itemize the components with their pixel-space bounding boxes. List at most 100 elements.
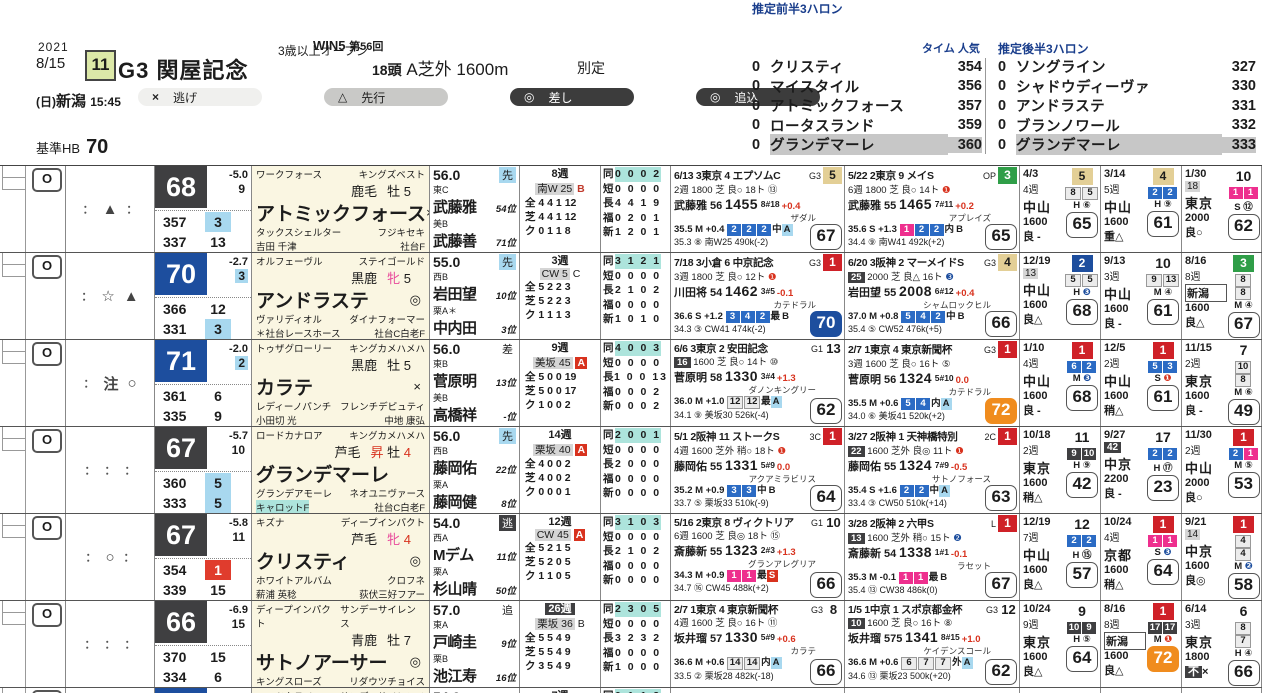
position-chip: 1 (899, 224, 914, 236)
position-chip: 2 (742, 224, 757, 236)
sire-sire: キングズベスト (358, 170, 425, 181)
mini-finish: 2 (1071, 255, 1093, 272)
jockey-rank: 9位 (501, 639, 516, 650)
record-course: ク 1 0 0 2 (525, 399, 571, 411)
coat-color: 青鹿 (351, 633, 378, 648)
mini-date: 10/24 (1023, 603, 1051, 615)
horse-cell[interactable]: キズナ ディープインパクト 芦毛牝 4 クリスティ ◎ ホワイトアルバム クロフネ 薪… (252, 514, 430, 600)
stat-line: 同2 0 0 1 (603, 428, 662, 443)
corner-positions: 33 (727, 485, 757, 497)
mini-positions: 11 (1227, 187, 1260, 199)
pace-list-item[interactable]: 0 アンドラステ 331 (998, 96, 1256, 116)
jockey-name: 藤岡佑 (433, 460, 477, 477)
horse-cell[interactable]: ディープインパクト サンデーサイレンス 青鹿牡 7 サトノアーサー ◎ キングスロー… (252, 601, 430, 687)
legend-pill-1[interactable]: △ 先行 (324, 88, 448, 106)
pace-list-item[interactable]: 0 グランデマーレ 333 (998, 134, 1256, 156)
mini-race-2-cell: 8/16 8週 新潟 1600 良△ 3 88 M ④ 67 (1182, 253, 1262, 339)
mini-track: 東京 (1185, 196, 1214, 211)
mini-interval: 7週 (1023, 533, 1039, 544)
race-name: 2/7 1東京 4 東京新聞杯 (674, 603, 779, 616)
carried-weight: 56.0 (433, 341, 461, 357)
pace-list-item[interactable]: 0 マイスタイル 356 (752, 77, 982, 97)
race-grade: 3C (809, 431, 821, 442)
select-checkbox[interactable]: O (32, 603, 62, 627)
pace-list-item[interactable]: 0 シャドウディーヴァ 330 (998, 77, 1256, 97)
horse-name: シャドウディーヴァ (1016, 79, 1150, 96)
mini-distance: 1600 (1104, 303, 1129, 315)
legend-pill-2[interactable]: ◎ 差し (510, 88, 634, 106)
mini-distance: 1600 (1185, 302, 1210, 314)
position-chip: 5 (1082, 187, 1098, 200)
mini-track: 新潟 (1104, 632, 1146, 650)
horse-row-5: O ：：： 66 -6.9 15 370 15 334 6 ディープインパクト サンデー… (0, 601, 1262, 688)
rating-rank: 15 (231, 617, 245, 631)
position-chip: 5 (1065, 274, 1081, 287)
run-style-mark: ◎ (409, 291, 421, 307)
mini-finish: 12 (1074, 516, 1090, 532)
horse-name: グランデマーレ (256, 465, 390, 486)
horse-name: マイスタイル (770, 79, 860, 96)
select-checkbox[interactable]: O (32, 516, 62, 540)
horse-row-1: O ： ☆ ▲ 70 -2.7 3 366 12 331 3 オルフェーヴル ステイゴールド… (0, 253, 1262, 340)
pace-mark: 0 (752, 97, 761, 114)
race-grade: 2C (984, 431, 996, 442)
race-grade: L (990, 518, 996, 529)
mini-condition: 良 - (1023, 231, 1041, 243)
mini-race-0-cell: 1/10 4週 中山 1600 良 - 1 62 M ❸ 68 (1020, 340, 1101, 426)
tipster-marks: ： ▲ ： (66, 166, 155, 252)
horse-cell[interactable]: ロードカナロア キングカメハメハ 芦毛昇 牡 4 グランデマーレ グランデアモーレ… (252, 427, 430, 513)
mini-speed-index: 58 (1227, 573, 1260, 599)
select-checkbox[interactable]: O (32, 168, 62, 192)
rival-horse: カテドラル (773, 300, 816, 310)
race2-cell: 6/20 3阪神 2 マーメイドS G3 4 25 2000 芝 良△ 16ト ❸ … (845, 253, 1020, 339)
pace-list-item[interactable]: 0 グランデマーレ 360 (752, 134, 982, 156)
stat-line: 短0 0 0 0 (603, 356, 662, 369)
position-chip: 6 (1067, 361, 1081, 373)
sire-sire: ステイゴールド (358, 257, 425, 268)
entries-table: O ： ▲： 68 -5.0 9 357 3 337 13 ワークフォース キングズベスト… (0, 165, 1262, 693)
jockey-rank: 13位 (495, 378, 516, 389)
stat-line: 長2 1 0 2 (603, 545, 662, 557)
position-chip: 4 (916, 311, 931, 323)
gate-number: ⑧ (943, 618, 953, 629)
legend-pill-0[interactable]: × 逃げ (138, 88, 262, 106)
position-chip: 5 (1082, 274, 1098, 287)
running-style: 差 (502, 344, 513, 356)
select-checkbox[interactable]: O (32, 255, 62, 279)
stat-line: 長4 4 1 9 (603, 197, 662, 209)
corner-positions: 12 12 (727, 396, 761, 409)
record-all: 全 5 2 1 5 (525, 542, 571, 554)
pace-list-item[interactable]: 0 ブランノワール 332 (998, 116, 1256, 136)
tipster-mark: ： (81, 291, 93, 303)
gutter-cells (0, 253, 26, 339)
breeder: 社台F (400, 242, 425, 252)
stat-line: 短0 0 0 0 (603, 443, 662, 456)
select-checkbox[interactable]: O (32, 342, 62, 366)
select-checkbox[interactable]: O (32, 429, 62, 453)
pace-list-item[interactable]: 0 ロータスランド 359 (752, 116, 982, 136)
position-chip: 1 (1243, 448, 1258, 460)
position-chip: 2 (757, 224, 772, 236)
position-chip: 7 (1235, 635, 1251, 648)
front-halon: 370 15 (163, 649, 226, 665)
stable-region: 東B (433, 359, 449, 369)
mini-track: 中山 (1104, 287, 1133, 302)
past-race-mini: 8/16 8週 新潟 1600 良△ 1 17 17 M ❶ 72 (1101, 601, 1181, 687)
horse-row-partial: O ハーツクライサンデーサイレンス 54.0 7週 同0 1 1 2 (0, 688, 1262, 693)
horse-cell[interactable]: トゥザグローリー キングカメハメハ 黒鹿牡 5 カラテ × レディーノパンチ フレンチ… (252, 340, 430, 426)
gate-number: ❶ (767, 272, 777, 283)
pace-list-item[interactable]: 0 アトミックフォース 357 (752, 96, 982, 116)
legend-label: 逃げ (173, 90, 198, 105)
sire: ワークフォース (256, 170, 323, 181)
rating-rank: 9 (238, 182, 245, 196)
horse-cell[interactable]: オルフェーヴル ステイゴールド 黒鹿牝 5 アンドラステ ◎ ヴァリディオル ダイナフ… (252, 253, 430, 339)
position-chip: 5 (901, 398, 916, 410)
mini-speed-index: 72 (1147, 646, 1179, 672)
pace-list-item[interactable]: 0 クリスティ 354 (752, 57, 982, 77)
horse-cell[interactable]: ワークフォースキングズベスト 鹿毛牡 5 アトミックフォース× タックスシェルタ… (252, 166, 430, 252)
mini-date: 11/30 (1185, 429, 1212, 441)
mini-speed-index: 68 (1066, 299, 1098, 325)
jockey-name: 武藤雅 (433, 199, 477, 216)
pace-list-item[interactable]: 0 ソングライン 327 (998, 57, 1256, 77)
mini-date: 9/13 (1104, 255, 1126, 267)
